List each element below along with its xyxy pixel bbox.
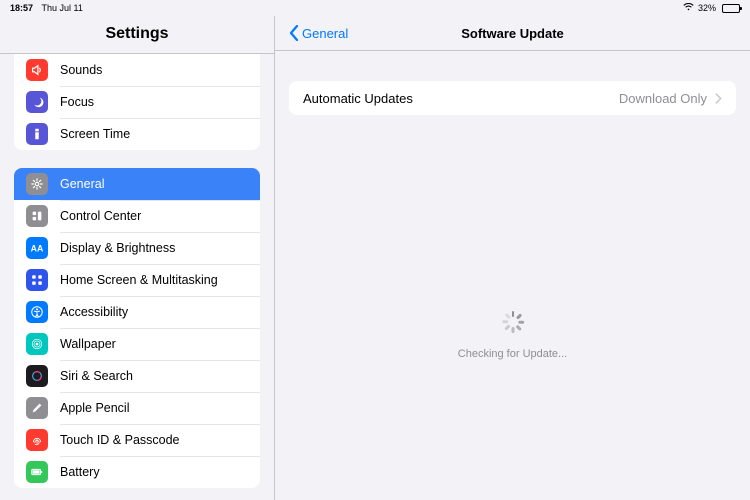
sidebar-item-label: Screen Time bbox=[60, 127, 130, 141]
sidebar-item-focus[interactable]: Focus bbox=[14, 86, 260, 118]
detail-header: General Software Update bbox=[275, 16, 750, 51]
chevron-left-icon bbox=[289, 25, 299, 41]
back-label: General bbox=[302, 26, 348, 41]
sidebar-item-apple-pencil[interactable]: Apple Pencil bbox=[14, 392, 260, 424]
sidebar-item-label: Display & Brightness bbox=[60, 241, 175, 255]
sidebar-item-label: Sounds bbox=[60, 63, 102, 77]
detail-group: Automatic Updates Download Only bbox=[289, 81, 736, 115]
svg-text:AA: AA bbox=[31, 244, 44, 254]
sidebar-item-control-center[interactable]: Control Center bbox=[14, 200, 260, 232]
status-right: 32% bbox=[683, 3, 740, 13]
status-bar: 18:57 Thu Jul 11 32% bbox=[0, 0, 750, 16]
back-button[interactable]: General bbox=[289, 25, 348, 41]
sidebar-item-wallpaper[interactable]: Wallpaper bbox=[14, 328, 260, 360]
sounds-icon bbox=[26, 59, 48, 81]
general-icon bbox=[26, 173, 48, 195]
status-date: Thu Jul 11 bbox=[42, 3, 83, 13]
sidebar-item-label: Wallpaper bbox=[60, 337, 116, 351]
sidebar-item-label: Focus bbox=[60, 95, 94, 109]
checking-status-text: Checking for Update... bbox=[458, 348, 567, 360]
chevron-right-icon bbox=[715, 93, 722, 104]
sidebar-item-general[interactable]: General bbox=[14, 168, 260, 200]
automatic-updates-row[interactable]: Automatic Updates Download Only bbox=[289, 81, 736, 115]
accessibility-icon bbox=[26, 301, 48, 323]
detail-pane: General Software Update Automatic Update… bbox=[274, 16, 750, 500]
pencil-icon bbox=[26, 397, 48, 419]
battery-icon bbox=[26, 461, 48, 483]
homescreen-icon bbox=[26, 269, 48, 291]
sidebar-scroll[interactable]: Sounds Focus Screen Time General Control Ce… bbox=[0, 54, 274, 500]
sidebar-item-siri-search[interactable]: Siri & Search bbox=[14, 360, 260, 392]
detail-title: Software Update bbox=[461, 26, 564, 41]
sidebar-item-label: Touch ID & Passcode bbox=[60, 433, 180, 447]
sidebar-item-label: Apple Pencil bbox=[60, 401, 130, 415]
sidebar-item-screen-time[interactable]: Screen Time bbox=[14, 118, 260, 150]
status-left: 18:57 Thu Jul 11 bbox=[10, 3, 83, 13]
focus-icon bbox=[26, 91, 48, 113]
touchid-icon bbox=[26, 429, 48, 451]
automatic-updates-value: Download Only bbox=[619, 91, 707, 106]
detail-body: Automatic Updates Download Only Checking… bbox=[275, 51, 750, 500]
controlcenter-icon bbox=[26, 205, 48, 227]
sidebar-item-accessibility[interactable]: Accessibility bbox=[14, 296, 260, 328]
sidebar-item-battery[interactable]: Battery bbox=[14, 456, 260, 488]
wallpaper-icon bbox=[26, 333, 48, 355]
sidebar-item-label: Battery bbox=[60, 465, 100, 479]
battery-percent: 32% bbox=[698, 3, 716, 13]
sidebar-item-label: General bbox=[60, 177, 104, 191]
sidebar-group-2: General Control Center AA Display & Brightn… bbox=[14, 168, 260, 488]
wifi-icon bbox=[683, 3, 694, 13]
siri-icon bbox=[26, 365, 48, 387]
display-icon: AA bbox=[26, 237, 48, 259]
spinner-icon bbox=[501, 310, 525, 334]
sidebar-title: Settings bbox=[0, 16, 274, 54]
sidebar-item-label: Home Screen & Multitasking bbox=[60, 273, 218, 287]
automatic-updates-label: Automatic Updates bbox=[303, 91, 413, 106]
sidebar-item-label: Control Center bbox=[60, 209, 141, 223]
sidebar-item-label: Siri & Search bbox=[60, 369, 133, 383]
settings-sidebar: Settings Sounds Focus Screen Time General C… bbox=[0, 16, 274, 500]
status-time: 18:57 bbox=[10, 3, 33, 13]
sidebar-item-label: Accessibility bbox=[60, 305, 128, 319]
sidebar-item-touch-id-passcode[interactable]: Touch ID & Passcode bbox=[14, 424, 260, 456]
sidebar-group-1: Sounds Focus Screen Time bbox=[14, 54, 260, 150]
sidebar-item-home-screen-multitasking[interactable]: Home Screen & Multitasking bbox=[14, 264, 260, 296]
battery-icon bbox=[720, 4, 740, 13]
sidebar-item-sounds[interactable]: Sounds bbox=[14, 54, 260, 86]
sidebar-item-display-brightness[interactable]: AA Display & Brightness bbox=[14, 232, 260, 264]
screentime-icon bbox=[26, 123, 48, 145]
